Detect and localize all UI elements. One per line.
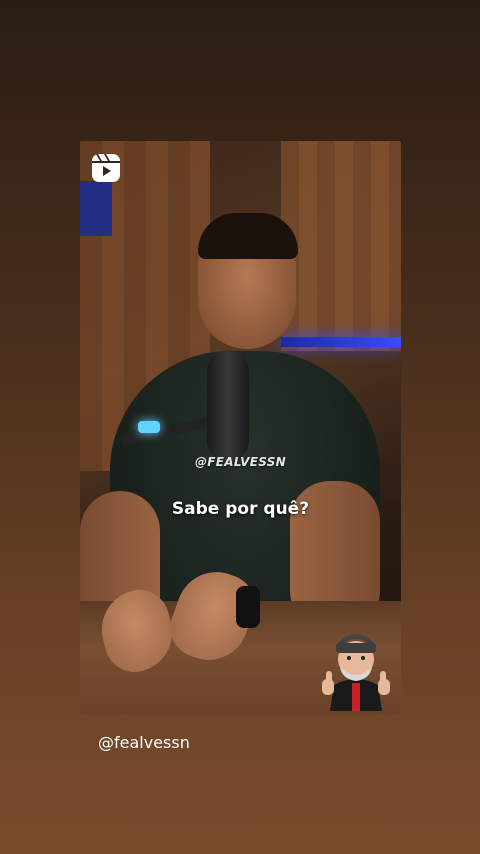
video-scene-window — [80, 181, 112, 236]
microphone — [207, 351, 249, 461]
video-person-watch — [236, 586, 260, 628]
reels-icon[interactable] — [91, 153, 121, 183]
thumbs-up-avatar-sticker — [320, 625, 392, 711]
video-caption: Sabe por quê? — [171, 499, 310, 519]
microphone-light — [138, 421, 160, 433]
video-watermark-handle: @FEALVESSN — [194, 455, 287, 469]
video-scene-wall-right — [281, 141, 401, 351]
mention-handle[interactable]: @fealvessn — [98, 733, 190, 752]
reel-video-card[interactable]: @FEALVESSN Sabe por quê? — [80, 141, 401, 714]
video-scene-led-light — [281, 337, 401, 347]
